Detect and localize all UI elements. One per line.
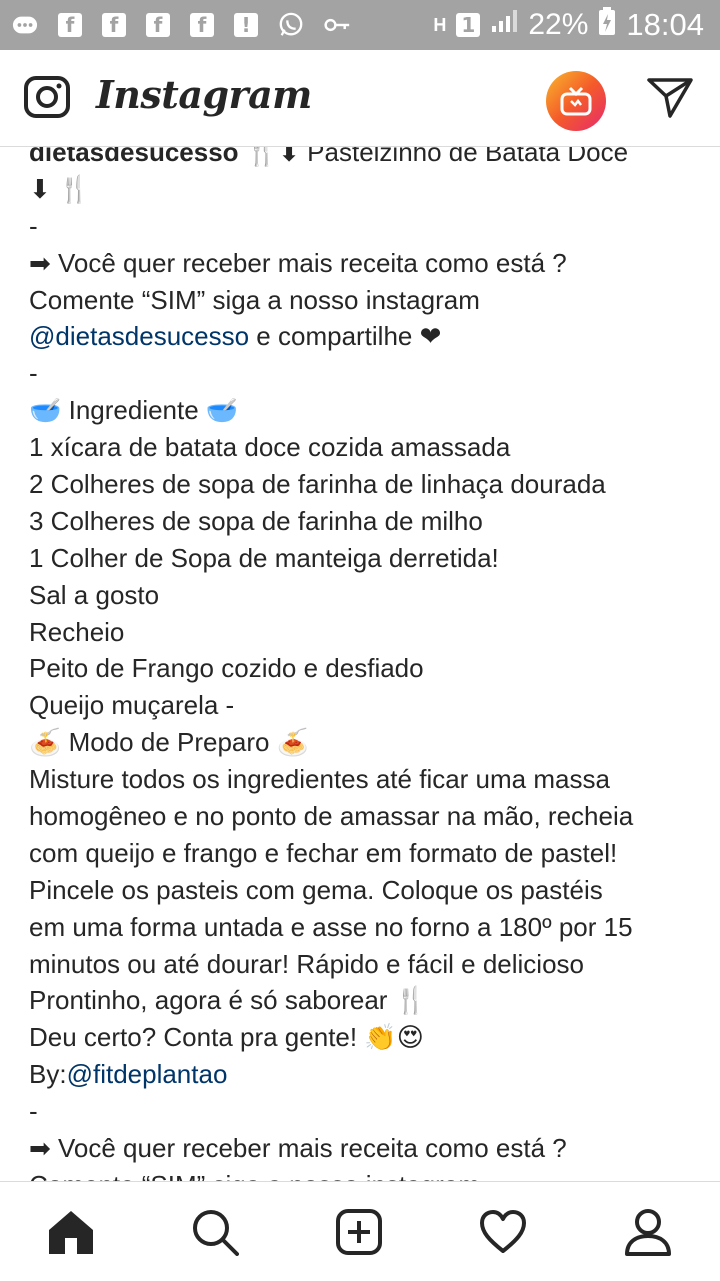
battery-percent: 22% bbox=[528, 8, 589, 41]
network-type: H bbox=[433, 14, 447, 35]
signal-icon bbox=[490, 8, 518, 42]
caption-line: com queijo e frango e fechar em formato … bbox=[29, 837, 618, 868]
sim-indicator: 1 bbox=[456, 13, 481, 37]
post-caption-container[interactable]: dietasdesucesso 🍴⬇ Pastelzinho de Batata… bbox=[0, 146, 720, 1181]
profile-icon[interactable] bbox=[624, 1208, 672, 1256]
caption-line: em uma forma untada e asse no forno a 18… bbox=[29, 911, 633, 942]
caption-line: 🍝 Modo de Preparo 🍝 bbox=[29, 727, 310, 758]
new-post-icon[interactable] bbox=[335, 1208, 383, 1256]
caption-text: 🍴⬇ Pastelzinho de Batata Doce bbox=[238, 146, 629, 167]
caption-line: Sal a gosto bbox=[29, 579, 160, 610]
caption-line: Pincele os pasteis com gema. Coloque os … bbox=[29, 874, 603, 905]
whatsapp-icon bbox=[278, 12, 304, 38]
search-icon[interactable] bbox=[191, 1208, 239, 1256]
caption-line: Comente “SIM” siga a nosso instagram bbox=[29, 1167, 699, 1181]
caption-line: 3 Colheres de sopa de farinha de milho bbox=[29, 505, 483, 536]
caption-line: 1 xícara de batata doce cozida amassada bbox=[29, 432, 511, 463]
bottom-navigation bbox=[0, 1181, 720, 1281]
post-caption: dietasdesucesso 🍴⬇ Pastelzinho de Batata… bbox=[29, 146, 699, 1181]
battery-icon bbox=[598, 6, 616, 44]
direct-message-icon[interactable] bbox=[646, 76, 694, 120]
caption-line: minutos ou até dourar! Rápido e fácil e … bbox=[29, 948, 584, 979]
mention-link[interactable]: @fitdeplantao bbox=[67, 1059, 228, 1089]
alert-icon: ! bbox=[234, 13, 258, 37]
caption-line: @dietasdesucesso e compartilhe ❤ bbox=[29, 318, 699, 355]
app-logo: Instagram bbox=[96, 72, 312, 117]
caption-line: ➡ Você quer receber mais receita como es… bbox=[29, 247, 567, 278]
caption-line: Deu certo? Conta pra gente! 👏😍 bbox=[29, 1022, 424, 1053]
caption-line: - bbox=[29, 1096, 38, 1127]
caption-line: Peito de Frango cozido e desfiado bbox=[29, 653, 424, 684]
facebook-icon: f bbox=[58, 13, 82, 37]
caption-line: - bbox=[29, 210, 38, 241]
caption-text: e compartilhe ❤ bbox=[249, 321, 442, 352]
status-bar: f f f f ! H 1 22% 18:04 bbox=[0, 0, 720, 50]
chat-icon bbox=[12, 12, 38, 38]
caption-line: 🥣 Ingrediente 🥣 bbox=[29, 395, 239, 426]
caption-text: By: bbox=[29, 1059, 67, 1090]
caption-line: homogêneo e no ponto de amassar na mão, … bbox=[29, 801, 634, 832]
igtv-icon[interactable] bbox=[546, 71, 606, 131]
caption-line: Recheio bbox=[29, 616, 125, 647]
caption-line: - bbox=[29, 358, 38, 389]
caption-line: Queijo muçarela - bbox=[29, 690, 235, 721]
caption-line: By:@fitdeplantao bbox=[29, 1056, 699, 1093]
caption-line: dietasdesucesso 🍴⬇ Pastelzinho de Batata… bbox=[29, 146, 699, 171]
facebook-icon: f bbox=[102, 13, 126, 37]
facebook-icon: f bbox=[146, 13, 170, 37]
caption-line: Prontinho, agora é só saborear 🍴 bbox=[29, 985, 428, 1016]
caption-line: ➡ Você quer receber mais receita como es… bbox=[29, 1133, 567, 1164]
caption-line: Comente “SIM” siga a nosso instagram bbox=[29, 284, 480, 315]
caption-line: 2 Colheres de sopa de farinha de linhaça… bbox=[29, 469, 606, 500]
caption-line: ⬇ 🍴 bbox=[29, 173, 91, 204]
caption-line: Misture todos os ingredientes até ficar … bbox=[29, 764, 610, 795]
home-icon[interactable] bbox=[47, 1208, 95, 1256]
app-header: Instagram bbox=[0, 50, 720, 147]
post-username[interactable]: dietasdesucesso bbox=[29, 146, 239, 167]
key-icon bbox=[324, 12, 350, 38]
activity-icon[interactable] bbox=[479, 1208, 527, 1256]
caption-line: 1 Colher de Sopa de manteiga derretida! bbox=[29, 542, 499, 573]
mention-link[interactable]: @dietasdesucesso bbox=[29, 321, 249, 351]
clock: 18:04 bbox=[626, 7, 704, 42]
facebook-icon: f bbox=[190, 13, 214, 37]
camera-icon[interactable] bbox=[24, 76, 70, 118]
